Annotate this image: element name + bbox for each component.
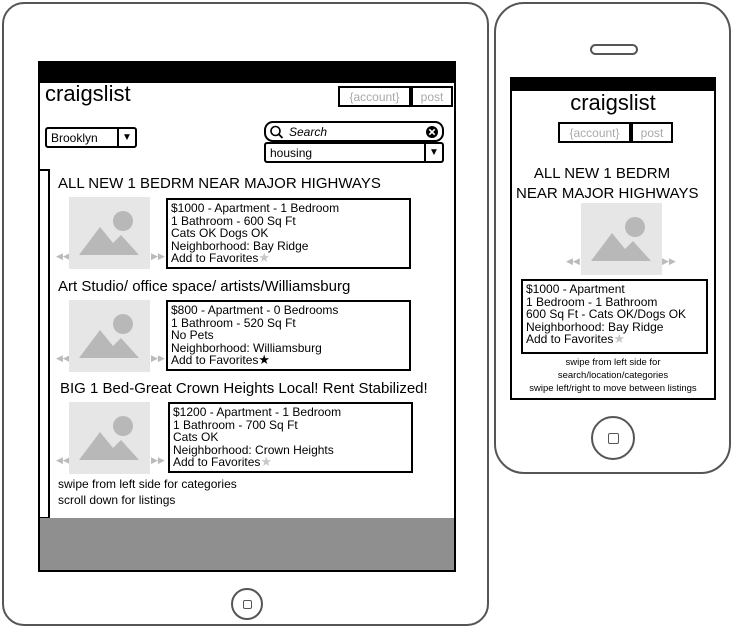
phone-account-button[interactable]: {account}: [558, 122, 631, 143]
phone-speaker: [590, 44, 638, 55]
next-image-icon[interactable]: ▶▶: [151, 252, 165, 261]
favorite-row[interactable]: Add to Favorites★: [173, 454, 408, 469]
image-placeholder-icon: [79, 211, 139, 255]
phone-hint-2: search/location/categories: [557, 370, 669, 381]
next-image-icon[interactable]: ▶▶: [662, 257, 676, 266]
tablet-hint-scroll: scroll down for listings: [58, 493, 176, 507]
phone-hint-1: swipe from left side for: [565, 357, 661, 368]
tablet-location-dropdown[interactable]: Brooklyn ▼: [45, 127, 137, 148]
phone-listing-thumbnail[interactable]: [581, 203, 662, 275]
search-icon: [270, 125, 284, 139]
listing-price: $1000 - Apartment: [526, 282, 625, 296]
chevron-down-icon: ▼: [424, 144, 442, 161]
phone-listing-title-line2[interactable]: NEAR MAJOR HIGHWAYS: [516, 186, 699, 201]
favorite-row[interactable]: Add to Favorites★: [171, 250, 406, 265]
tablet-hint-categories: swipe from left side for categories: [58, 477, 237, 491]
favorite-label: Add to Favorites: [173, 455, 261, 469]
tablet-logo[interactable]: craigslist: [45, 83, 131, 105]
listing-pets: No Pets: [171, 328, 214, 342]
listing-price: $1000 - Apartment - 1 Bedroom: [171, 201, 340, 215]
phone-hint-3: swipe left/right to move between listing…: [529, 383, 697, 394]
prev-image-icon[interactable]: ◀◀: [56, 354, 70, 363]
image-placeholder-icon: [79, 314, 139, 358]
listing-size-pets: 600 Sq Ft - Cats OK/Dogs OK: [526, 307, 687, 321]
category-drawer-edge[interactable]: [40, 169, 50, 519]
tablet-status-bar: [40, 63, 454, 83]
listing-details[interactable]: $800 - Apartment - 0 Bedrooms 1 Bathroom…: [166, 300, 411, 371]
favorite-label: Add to Favorites: [171, 251, 259, 265]
phone-listing-title-line1[interactable]: ALL NEW 1 BEDRM: [512, 166, 692, 181]
phone-logo[interactable]: craigslist: [512, 92, 714, 114]
listing-details[interactable]: $1200 - Apartment - 1 Bedroom 1 Bathroom…: [168, 402, 413, 473]
image-placeholder-icon: [591, 217, 651, 261]
favorite-row[interactable]: Add to Favorites★: [526, 331, 703, 346]
listing-title[interactable]: ALL NEW 1 BEDRM NEAR MAJOR HIGHWAYS: [58, 176, 381, 191]
tablet-post-button[interactable]: post: [411, 86, 453, 107]
tablet-account-button[interactable]: {account}: [338, 86, 411, 107]
tablet-home-button[interactable]: [231, 588, 263, 620]
prev-image-icon[interactable]: ◀◀: [56, 456, 70, 465]
tablet-search-input[interactable]: Search: [264, 121, 444, 142]
star-outline-icon[interactable]: ★: [613, 331, 625, 346]
category-value: housing: [270, 145, 313, 160]
tablet-screen: craigslist {account} post Brooklyn ▼ Sea…: [38, 61, 456, 572]
listing-thumbnail[interactable]: [69, 300, 150, 372]
phone-home-button[interactable]: [591, 416, 635, 460]
star-filled-icon[interactable]: ★: [258, 352, 270, 367]
listing-title[interactable]: BIG 1 Bed-Great Crown Heights Local! Ren…: [60, 381, 428, 396]
listing-thumbnail[interactable]: [69, 197, 150, 269]
listing-pets: Cats OK Dogs OK: [171, 226, 269, 240]
star-outline-icon[interactable]: ★: [260, 454, 272, 469]
location-value: Brooklyn: [51, 130, 98, 145]
listing-price: $800 - Apartment - 0 Bedrooms: [171, 303, 339, 317]
listing-details[interactable]: $1000 - Apartment - 1 Bedroom 1 Bathroom…: [166, 198, 411, 269]
listing-thumbnail[interactable]: [69, 402, 150, 474]
listing-pets: Cats OK: [173, 430, 219, 444]
clear-icon[interactable]: [424, 124, 440, 140]
phone-hints: swipe from left side for search/location…: [512, 356, 714, 395]
next-image-icon[interactable]: ▶▶: [151, 354, 165, 363]
phone-post-button[interactable]: post: [631, 122, 673, 143]
favorite-label: Add to Favorites: [171, 353, 259, 367]
prev-image-icon[interactable]: ◀◀: [56, 252, 70, 261]
prev-image-icon[interactable]: ◀◀: [566, 257, 580, 266]
tablet-category-dropdown[interactable]: housing ▼: [264, 142, 444, 163]
phone-screen: craigslist {account} post ALL NEW 1 BEDR…: [510, 77, 716, 400]
home-icon: [607, 432, 619, 444]
chevron-down-icon: ▼: [117, 129, 135, 146]
tablet-footer-bar: [40, 518, 454, 570]
next-image-icon[interactable]: ▶▶: [151, 456, 165, 465]
home-icon: [242, 599, 252, 609]
favorite-row[interactable]: Add to Favorites★: [171, 352, 406, 367]
image-placeholder-icon: [79, 416, 139, 460]
listing-title[interactable]: Art Studio/ office space/ artists/Willia…: [58, 279, 350, 294]
favorite-label: Add to Favorites: [526, 332, 614, 346]
search-placeholder: Search: [289, 124, 328, 139]
listing-price: $1200 - Apartment - 1 Bedroom: [173, 405, 342, 419]
phone-listing-details[interactable]: $1000 - Apartment 1 Bedroom - 1 Bathroom…: [521, 279, 708, 354]
star-outline-icon[interactable]: ★: [258, 250, 270, 265]
